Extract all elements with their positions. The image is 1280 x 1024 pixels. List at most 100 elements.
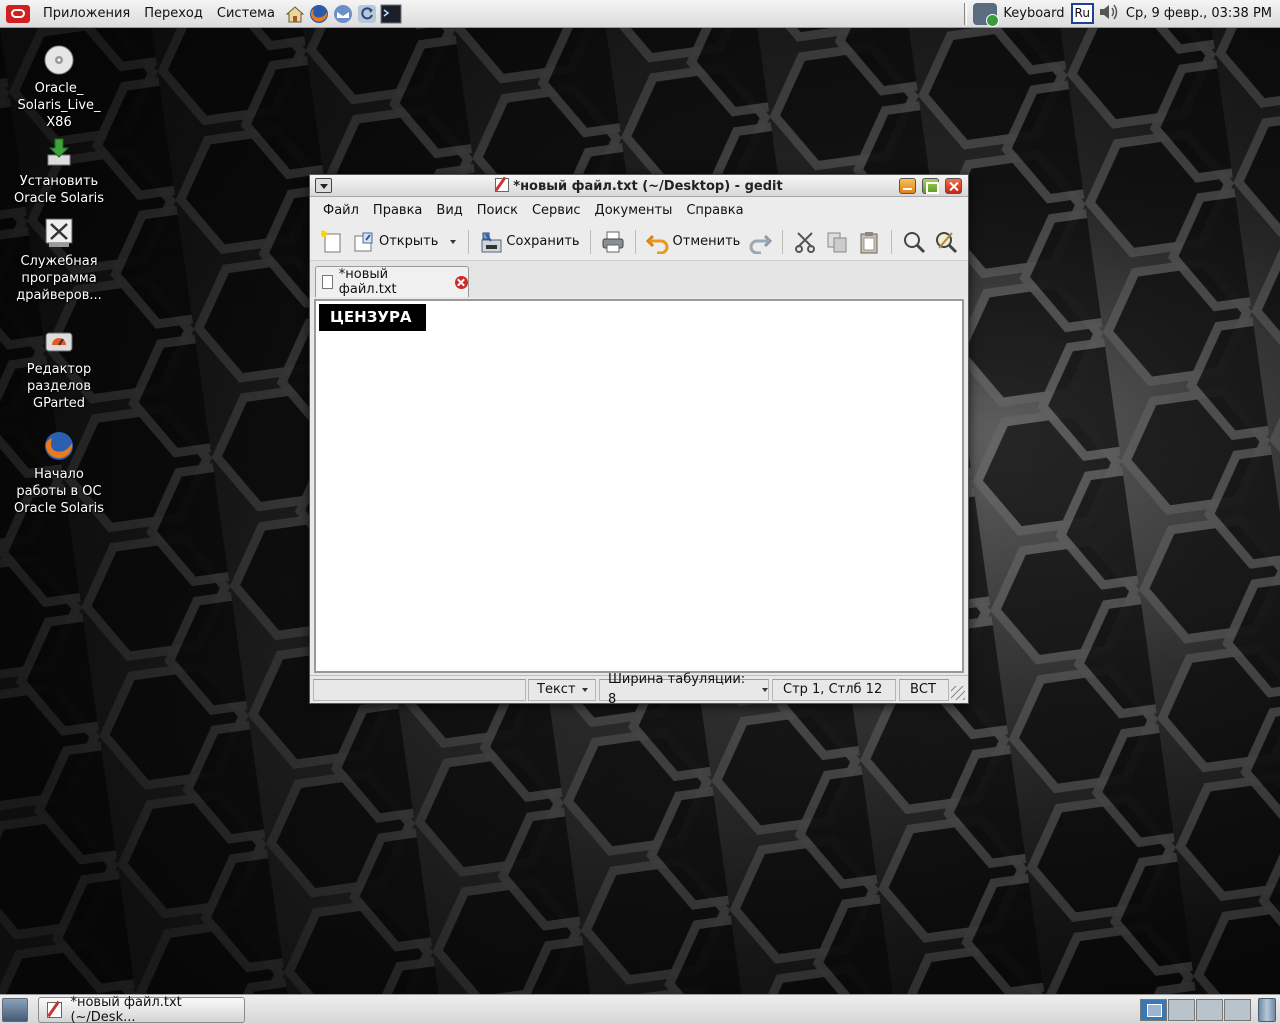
printer-icon (601, 230, 625, 254)
desktop-icon-driver-utility[interactable]: Служебная программа драйверов... (7, 217, 111, 304)
paste-clipboard-icon (857, 230, 881, 254)
print-button[interactable] (597, 226, 629, 258)
keyboard-indicator-icon[interactable] (973, 2, 1000, 27)
gedit-window: *новый файл.txt (~/Desktop) - gedit Файл… (309, 174, 969, 707)
undo-button[interactable]: Отменить (642, 226, 745, 258)
top-panel: Приложения Переход Система Keyboard Ru С… (0, 0, 1280, 28)
find-button[interactable] (898, 226, 930, 258)
open-label: Открыть (379, 234, 439, 249)
paste-button[interactable] (853, 226, 885, 258)
menu-view[interactable]: Вид (429, 203, 469, 218)
find-replace-button[interactable] (930, 226, 962, 258)
search-replace-icon (934, 230, 958, 254)
document-tab[interactable]: *новый файл.txt (315, 266, 469, 297)
driver-utility-icon (43, 217, 75, 249)
menu-help[interactable]: Справка (679, 203, 750, 218)
close-button[interactable] (945, 178, 962, 194)
chevron-down-icon (581, 688, 588, 692)
minimize-button[interactable] (899, 178, 916, 194)
workspace-3[interactable] (1196, 999, 1223, 1021)
tab-label: *новый файл.txt (338, 267, 397, 297)
workspace-4[interactable] (1224, 999, 1251, 1021)
volume-icon[interactable] (1098, 2, 1120, 26)
tray-separator (964, 2, 968, 25)
gparted-icon (43, 325, 75, 357)
show-desktop-icon[interactable] (2, 998, 28, 1022)
workspace-1[interactable] (1140, 999, 1167, 1021)
language-indicator[interactable]: Ru (1070, 3, 1094, 24)
menu-search[interactable]: Поиск (470, 203, 525, 218)
statusbar: Текст Ширина табуляции: 8 Стр 1, Стлб 12… (310, 672, 968, 707)
gedit-taskbar-icon (47, 1002, 63, 1018)
insert-mode: ВСТ (899, 679, 949, 701)
desktop-icon-live-disc[interactable]: Oracle_ Solaris_Live_ X86 (7, 44, 111, 131)
maximize-button[interactable] (922, 178, 939, 194)
window-titlebar[interactable]: *новый файл.txt (~/Desktop) - gedit (310, 175, 968, 197)
desktop-icon-label: Oracle_ Solaris_Live_ X86 (17, 81, 101, 130)
menu-file[interactable]: Файл (316, 203, 366, 218)
language-selector[interactable]: Текст (528, 679, 596, 701)
home-folder-icon[interactable] (284, 3, 306, 25)
install-icon (43, 137, 75, 169)
taskbar-window-button[interactable]: *новый файл.txt (~/Desk... (38, 995, 245, 1024)
terminal-launcher-icon[interactable] (380, 3, 402, 25)
clock[interactable]: Ср, 9 февр., 03:38 PM (1126, 6, 1272, 21)
window-title-text: *новый файл.txt (~/Desktop) - gedit (513, 179, 783, 194)
desktop-icon-label: Служебная программа драйверов... (16, 254, 102, 303)
cut-button[interactable] (789, 226, 821, 258)
tab-close-icon[interactable] (455, 275, 468, 289)
scissors-icon (793, 230, 817, 254)
menu-applications[interactable]: Приложения (36, 6, 137, 21)
censored-text-block: ЦЕНЗУРА (319, 304, 426, 331)
new-document-button[interactable] (316, 226, 348, 258)
trash-icon[interactable] (1258, 998, 1276, 1022)
desktop-icon-gparted[interactable]: Редактор разделов GParted (7, 325, 111, 412)
copy-button[interactable] (821, 226, 853, 258)
menu-edit[interactable]: Правка (366, 203, 429, 218)
disc-icon (43, 44, 75, 76)
desktop-icon-install-solaris[interactable]: Установить Oracle Solaris (7, 137, 111, 207)
firefox-launcher-icon[interactable] (308, 3, 330, 25)
open-folder-icon (352, 230, 376, 254)
toolbar-separator (589, 229, 591, 254)
menu-documents[interactable]: Документы (588, 203, 680, 218)
open-recent-dropdown-icon[interactable] (450, 239, 457, 244)
menu-system[interactable]: Система (210, 6, 282, 21)
desktop-icon-label: Редактор разделов GParted (26, 362, 92, 411)
desktop-icon-label: Установить Oracle Solaris (14, 174, 104, 206)
toolbar: Открыть Сохранить Отменить (310, 223, 968, 261)
window-title: *новый файл.txt (~/Desktop) - gedit (310, 178, 968, 194)
open-button[interactable]: Открыть (348, 226, 442, 258)
toolbar-separator (782, 229, 784, 254)
undo-icon (645, 230, 670, 254)
text-file-icon (322, 275, 333, 289)
workspace-2[interactable] (1168, 999, 1195, 1021)
gedit-app-icon (495, 178, 510, 192)
firefox-icon (43, 430, 75, 462)
save-label: Сохранить (506, 234, 580, 249)
tab-width-selector[interactable]: Ширина табуляции: 8 (599, 672, 769, 707)
system-tray: Keyboard Ru Ср, 9 февр., 03:38 PM (964, 0, 1280, 28)
copy-icon (825, 230, 849, 254)
chevron-down-icon (762, 688, 768, 692)
redo-button[interactable] (744, 226, 776, 258)
toolbar-separator (634, 229, 636, 254)
menu-tools[interactable]: Сервис (525, 203, 588, 218)
text-editor-area[interactable]: ЦЕНЗУРА (317, 302, 961, 670)
save-button[interactable]: Сохранить (475, 226, 583, 258)
update-manager-icon[interactable] (356, 3, 378, 25)
new-document-icon (320, 229, 344, 254)
desktop-icon-getting-started[interactable]: Начало работы в ОС Oracle Solaris (7, 430, 111, 517)
menubar: Файл Правка Вид Поиск Сервис Документы С… (310, 197, 968, 223)
resize-grip[interactable] (951, 686, 965, 700)
keyboard-label[interactable]: Keyboard (1003, 6, 1064, 21)
cursor-position: Стр 1, Стлб 12 (772, 679, 896, 701)
thunderbird-launcher-icon[interactable] (332, 3, 354, 25)
document-tabs: *новый файл.txt (310, 261, 968, 297)
oracle-logo-icon[interactable] (6, 4, 30, 23)
menu-places[interactable]: Переход (137, 6, 210, 21)
taskbar-window-label: *новый файл.txt (~/Desk... (70, 995, 182, 1024)
desktop-icon-label: Начало работы в ОС Oracle Solaris (14, 467, 104, 516)
language-label: Текст (537, 682, 576, 697)
search-icon (902, 230, 926, 254)
